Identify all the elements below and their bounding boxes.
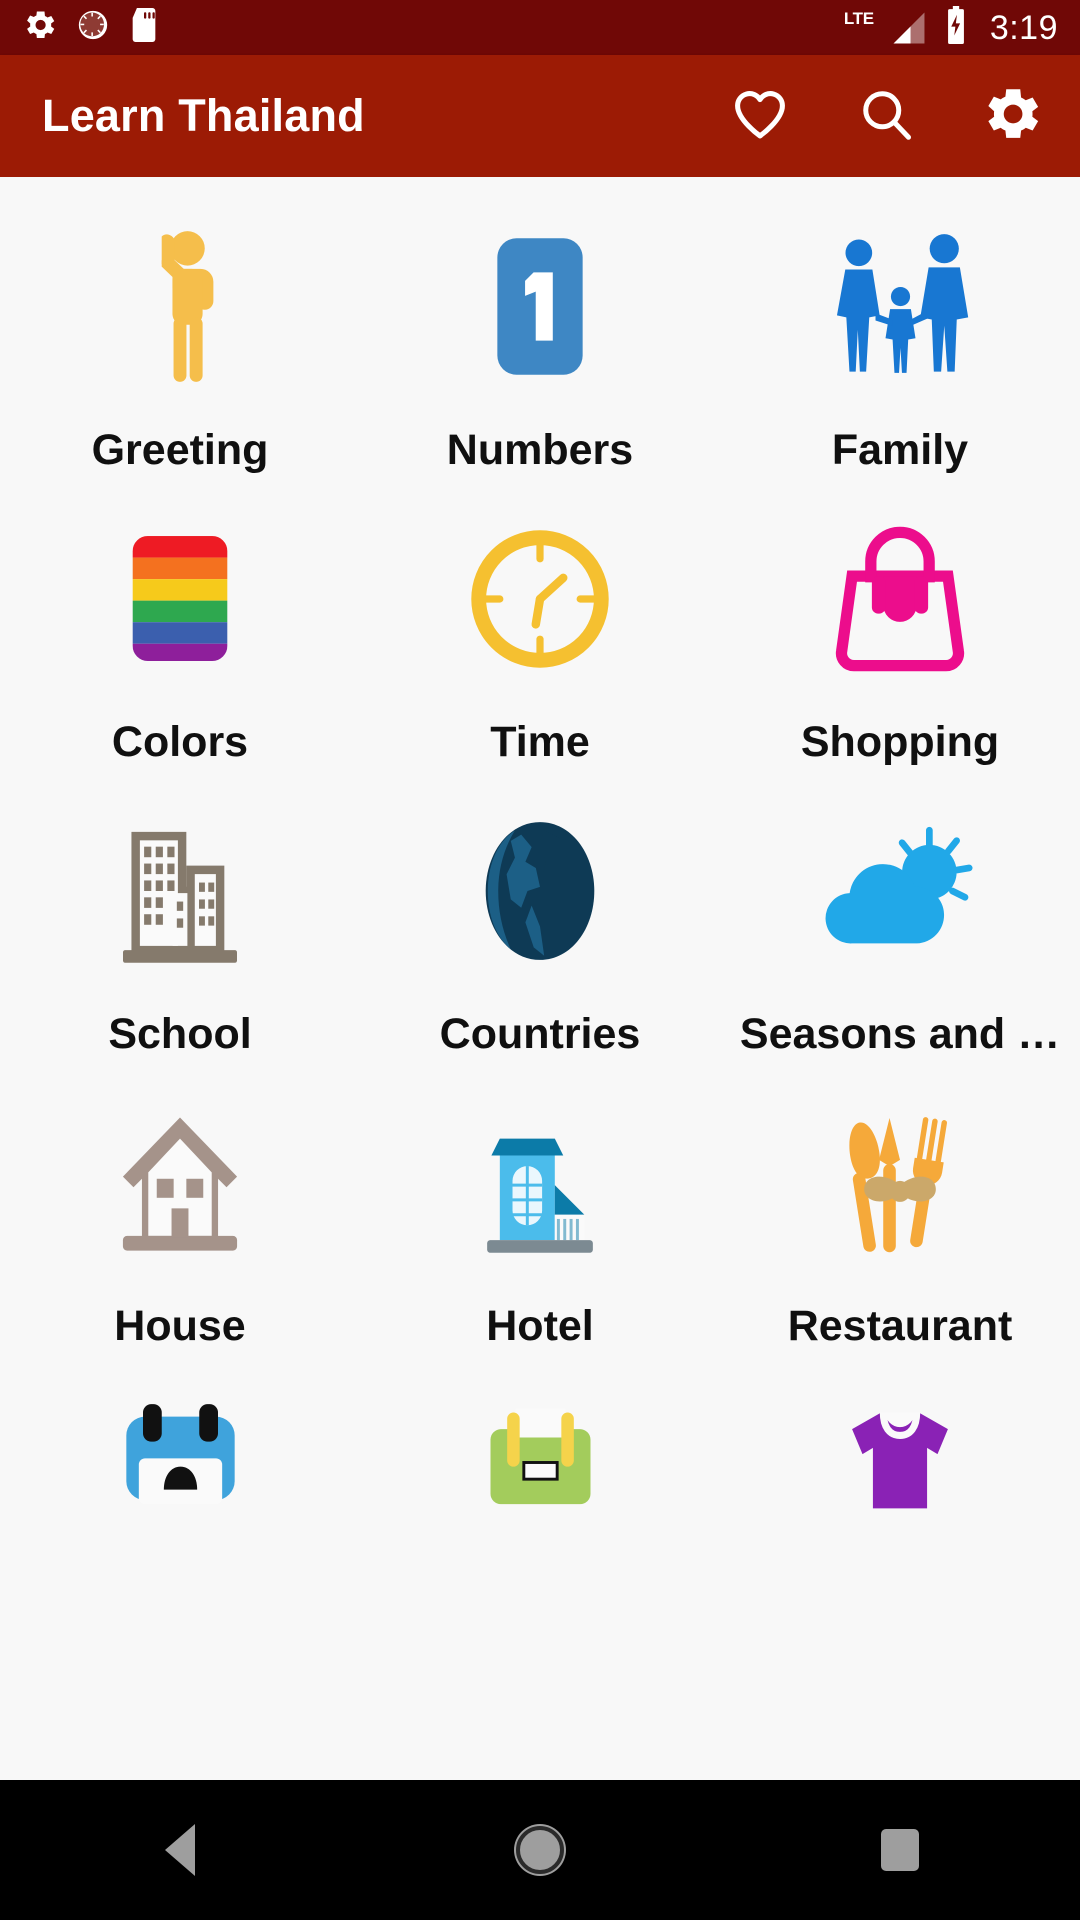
shirt-icon	[720, 1397, 1080, 1552]
phone-screen: LTE 3:19 Learn Thailand Greeting Numbers…	[0, 0, 1080, 1920]
category-label: House	[114, 1302, 246, 1350]
sun-cloud-icon	[720, 813, 1080, 968]
family-icon	[720, 229, 1080, 384]
category-item-partial-briefcase[interactable]	[360, 1397, 720, 1689]
favorites-button[interactable]	[722, 78, 798, 154]
gear-icon	[22, 7, 58, 48]
house-icon	[0, 1105, 360, 1260]
sd-card-icon	[128, 8, 160, 47]
clock-icon	[360, 521, 720, 676]
search-icon	[856, 84, 916, 149]
back-triangle-icon	[165, 1824, 195, 1876]
android-navigation-bar	[0, 1780, 1080, 1920]
category-grid-scroll[interactable]: Greeting Numbers Family Colors Time Shop…	[0, 177, 1080, 1780]
category-label: Numbers	[446, 426, 634, 474]
category-label: Greeting	[91, 426, 269, 474]
battery-charging-icon	[944, 6, 968, 49]
home-circle-icon	[516, 1826, 564, 1874]
settings-button[interactable]	[974, 78, 1050, 154]
category-item-family[interactable]: Family	[720, 229, 1080, 521]
network-type-label: LTE	[843, 9, 874, 28]
category-item-partial-car[interactable]	[0, 1397, 360, 1689]
category-item-partial-shirt[interactable]	[720, 1397, 1080, 1689]
briefcase-icon	[360, 1397, 720, 1552]
category-item-colors[interactable]: Colors	[0, 521, 360, 813]
category-item-house[interactable]: House	[0, 1105, 360, 1397]
category-item-numbers[interactable]: Numbers	[360, 229, 720, 521]
handbag-icon	[720, 521, 1080, 676]
nav-home-button[interactable]	[465, 1780, 615, 1920]
nav-back-button[interactable]	[105, 1780, 255, 1920]
car-icon	[0, 1397, 360, 1552]
nav-recents-button[interactable]	[825, 1780, 975, 1920]
category-item-hotel[interactable]: Hotel	[360, 1105, 720, 1397]
recents-square-icon	[881, 1829, 919, 1871]
category-item-countries[interactable]: Countries	[360, 813, 720, 1105]
rainbow-swatch-icon	[0, 521, 360, 676]
category-label: Family	[831, 426, 969, 474]
category-label: Seasons and …	[739, 1010, 1061, 1058]
globe-icon	[360, 813, 720, 968]
cutlery-icon	[720, 1105, 1080, 1260]
waving-person-icon	[0, 229, 360, 384]
hotel-icon	[360, 1105, 720, 1260]
category-item-shopping[interactable]: Shopping	[720, 521, 1080, 813]
status-bar: LTE 3:19	[0, 0, 1080, 55]
app-bar-actions	[722, 78, 1050, 154]
number-one-icon	[360, 229, 720, 384]
status-bar-right-icons: LTE 3:19	[844, 6, 1058, 49]
category-item-restaurant[interactable]: Restaurant	[720, 1105, 1080, 1397]
app-bar: Learn Thailand	[0, 55, 1080, 177]
category-label: Shopping	[800, 718, 1000, 766]
category-item-greeting[interactable]: Greeting	[0, 229, 360, 521]
category-item-seasons[interactable]: Seasons and …	[720, 813, 1080, 1105]
clock-time: 3:19	[989, 8, 1058, 47]
category-label: Time	[490, 718, 590, 766]
category-grid: Greeting Numbers Family Colors Time Shop…	[0, 177, 1080, 1689]
buildings-icon	[0, 813, 360, 968]
alarm-icon	[76, 8, 110, 47]
category-label: School	[108, 1010, 252, 1058]
category-label: Colors	[111, 718, 249, 766]
category-label: Countries	[439, 1010, 641, 1058]
signal-bars-icon	[890, 11, 928, 45]
category-item-time[interactable]: Time	[360, 521, 720, 813]
favorites-icon	[728, 82, 792, 151]
settings-gear-icon	[979, 81, 1045, 152]
search-button[interactable]	[848, 78, 924, 154]
category-label: Restaurant	[787, 1302, 1013, 1350]
page-title: Learn Thailand	[42, 90, 365, 141]
category-item-school[interactable]: School	[0, 813, 360, 1105]
category-label: Hotel	[486, 1302, 594, 1350]
status-bar-left-icons	[22, 7, 160, 48]
